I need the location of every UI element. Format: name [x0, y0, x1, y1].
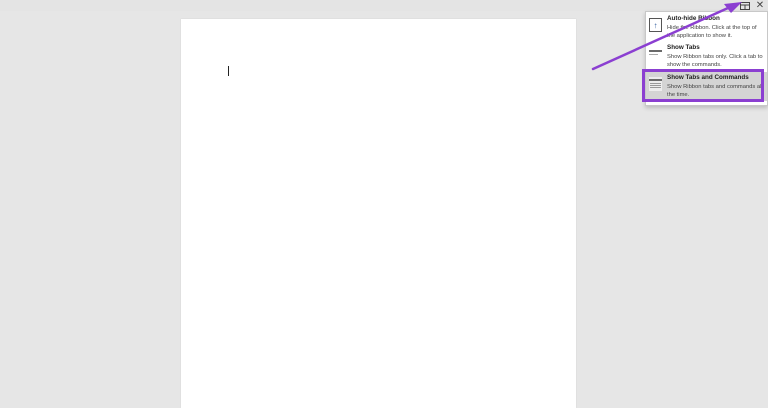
menu-item-show-tabs[interactable]: Show Tabs Show Ribbon tabs only. Click a…	[646, 42, 767, 71]
close-button[interactable]: ✕	[753, 0, 767, 11]
more-options-button[interactable]: ···	[723, 0, 737, 11]
text-cursor	[228, 66, 229, 76]
menu-item-title: Auto-hide Ribbon	[667, 15, 720, 22]
menu-item-description: Show Ribbon tabs only. Click a tab to sh…	[667, 54, 763, 68]
ribbon-display-options-button[interactable]	[738, 0, 752, 11]
menu-item-title: Show Tabs	[667, 44, 700, 51]
annotation-highlight-box	[642, 69, 764, 102]
ribbon-display-icon	[740, 1, 750, 10]
title-bar: ··· ✕	[0, 0, 768, 11]
menu-item-auto-hide-ribbon[interactable]: ↑ Auto-hide Ribbon Hide the Ribbon. Clic…	[646, 13, 767, 42]
show-tabs-icon	[649, 47, 662, 61]
document-page[interactable]	[181, 19, 576, 408]
auto-hide-ribbon-icon: ↑	[649, 18, 662, 32]
menu-item-description: Hide the Ribbon. Click at the top of the…	[667, 25, 757, 39]
